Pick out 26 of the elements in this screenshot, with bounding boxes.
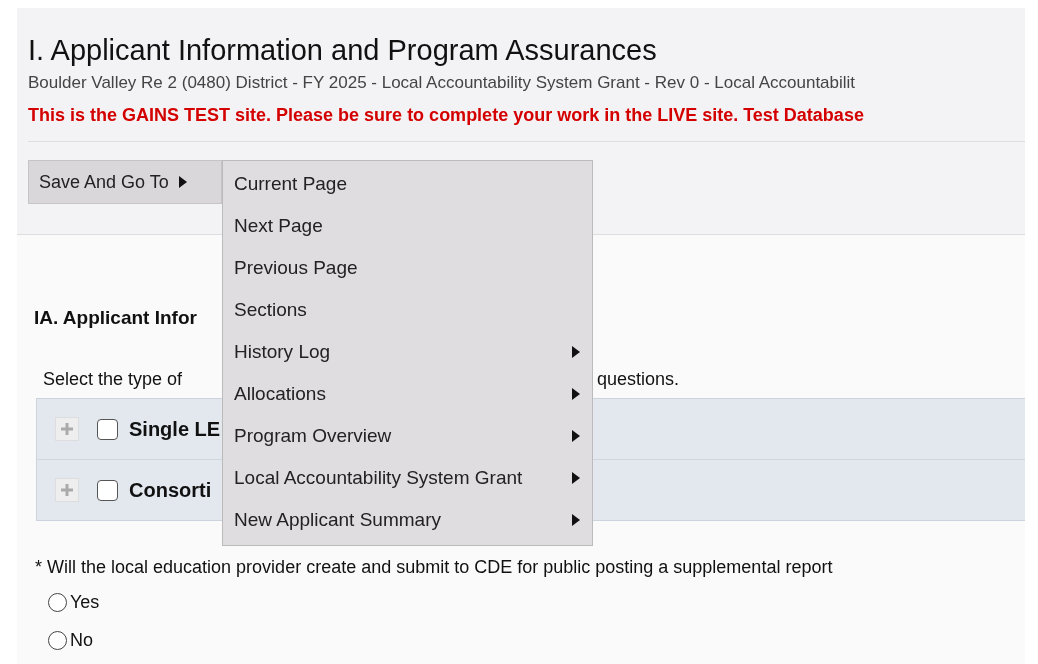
checkbox[interactable] bbox=[97, 479, 118, 501]
radio-button[interactable] bbox=[48, 630, 67, 650]
radio-button[interactable] bbox=[48, 592, 67, 612]
page-subtitle: Boulder Valley Re 2 (0480) District - FY 2025 - Local Accountability System Grant - Rev 0 - Local Accountabilit bbox=[28, 72, 857, 94]
page-title: I. Applicant Information and Program Assurances bbox=[28, 33, 658, 68]
menu-item[interactable]: Current Page bbox=[223, 163, 592, 205]
instruction-text: questions. bbox=[597, 369, 680, 390]
save-and-go-button[interactable]: Save And Go To bbox=[28, 160, 222, 204]
menu-item[interactable]: Next Page bbox=[223, 205, 592, 247]
menu-item[interactable]: Program Overview bbox=[223, 415, 592, 457]
menu-item[interactable]: History Log bbox=[223, 331, 592, 373]
option-label: Consorti bbox=[129, 478, 212, 502]
radio-label: Yes bbox=[70, 591, 100, 613]
caret-icon bbox=[178, 176, 187, 188]
menu-item[interactable]: Local Accountability System Grant bbox=[223, 457, 592, 499]
instruction-text: Select the type of bbox=[43, 369, 184, 390]
section-heading: IA. Applicant Infor bbox=[34, 307, 197, 329]
radio-label: No bbox=[70, 629, 93, 651]
option-label: Single LE bbox=[129, 417, 221, 441]
checkbox[interactable] bbox=[97, 418, 118, 440]
question-text: * Will the local education provider create and submit to CDE for public posting a supplemental report bbox=[35, 557, 834, 578]
warning-message: This is the GAINS TEST site. Please be sure to complete your work in the LIVE site. Test Database bbox=[28, 104, 865, 127]
menu-item[interactable]: New Applicant Summary bbox=[223, 499, 592, 541]
menu-item[interactable]: Sections bbox=[223, 289, 592, 331]
menu-item[interactable]: Allocations bbox=[223, 373, 592, 415]
menu-item[interactable]: Previous Page bbox=[223, 247, 592, 289]
